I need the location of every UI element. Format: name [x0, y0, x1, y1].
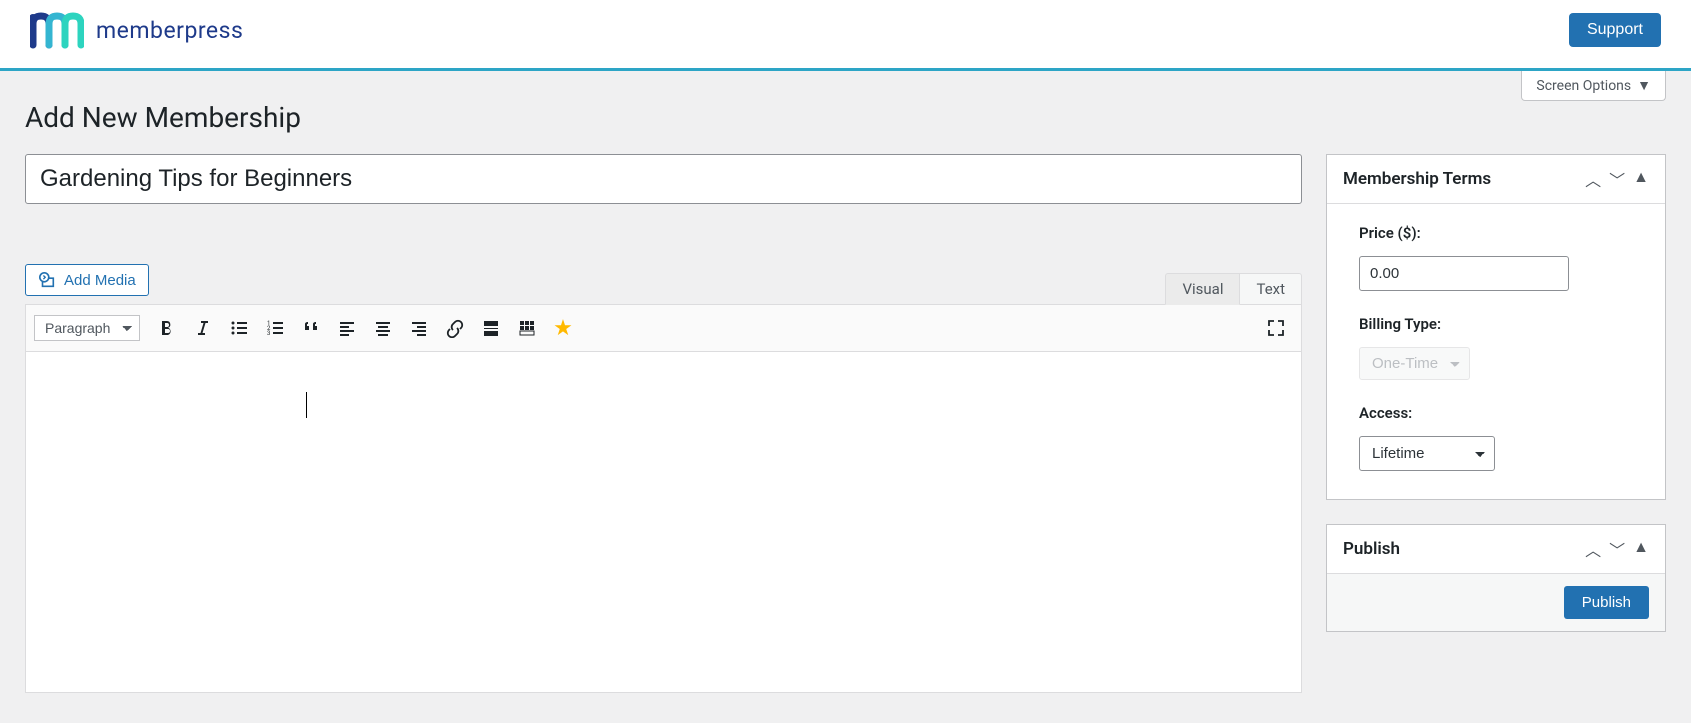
caret-down-icon: ▼ — [1637, 77, 1651, 94]
access-select[interactable]: Lifetime — [1359, 436, 1495, 471]
brand-text: memberpress — [96, 17, 243, 44]
price-label: Price ($): — [1359, 224, 1633, 242]
fullscreen-button[interactable] — [1259, 311, 1293, 345]
postbox-controls: ︿ ﹀ ▲ — [1585, 167, 1649, 191]
support-button[interactable]: Support — [1569, 13, 1661, 47]
screen-options-toggle[interactable]: Screen Options ▼ — [1521, 71, 1666, 101]
move-down-icon[interactable]: ﹀ — [1609, 167, 1625, 191]
text-cursor — [306, 392, 307, 418]
align-center-button[interactable] — [366, 311, 400, 345]
move-down-icon[interactable]: ﹀ — [1609, 537, 1625, 561]
bullet-list-button[interactable] — [222, 311, 256, 345]
numbered-list-button[interactable]: 123 — [258, 311, 292, 345]
sidebar-column: Membership Terms ︿ ﹀ ▲ Price ($): Billin… — [1326, 154, 1666, 656]
link-button[interactable] — [438, 311, 472, 345]
readmore-button[interactable] — [474, 311, 508, 345]
brand-logo: memberpress — [30, 10, 243, 50]
postbox-controls: ︿ ﹀ ▲ — [1585, 537, 1649, 561]
toggle-icon[interactable]: ▲ — [1633, 537, 1649, 561]
editor: Visual Text Paragraph 123 — [25, 304, 1302, 693]
svg-text:3: 3 — [267, 330, 270, 337]
editor-toolbar: Paragraph 123 ★ — [26, 305, 1301, 352]
memberpress-logo-icon — [30, 10, 84, 50]
membership-title-input[interactable] — [25, 154, 1302, 204]
billing-type-label: Billing Type: — [1359, 315, 1633, 333]
membership-terms-body: Price ($): Billing Type: One-Time Access… — [1327, 204, 1665, 499]
billing-type-select[interactable]: One-Time — [1359, 347, 1470, 380]
move-up-icon[interactable]: ︿ — [1585, 537, 1601, 561]
page-title: Add New Membership — [25, 71, 1666, 154]
workspace: Screen Options ▼ Add New Membership Add … — [0, 71, 1691, 723]
editor-tabs: Visual Text — [1165, 273, 1302, 304]
publish-header: Publish ︿ ﹀ ▲ — [1327, 525, 1665, 574]
tab-text[interactable]: Text — [1240, 273, 1302, 304]
star-button[interactable]: ★ — [546, 311, 580, 345]
membership-terms-box: Membership Terms ︿ ﹀ ▲ Price ($): Billin… — [1326, 154, 1666, 500]
toggle-icon[interactable]: ▲ — [1633, 167, 1649, 191]
access-label: Access: — [1359, 404, 1633, 422]
membership-terms-header: Membership Terms ︿ ﹀ ▲ — [1327, 155, 1665, 204]
align-right-button[interactable] — [402, 311, 436, 345]
add-media-label: Add Media — [64, 272, 136, 289]
main-column: Add Media Visual Text Paragraph 123 — [25, 154, 1302, 693]
tab-visual[interactable]: Visual — [1165, 273, 1240, 305]
price-input[interactable] — [1359, 256, 1569, 291]
membership-terms-title: Membership Terms — [1343, 169, 1491, 189]
media-section: Add Media — [25, 264, 1302, 296]
top-bar: memberpress Support — [0, 0, 1691, 71]
publish-button[interactable]: Publish — [1564, 586, 1649, 619]
bold-button[interactable] — [150, 311, 184, 345]
italic-button[interactable] — [186, 311, 220, 345]
align-left-button[interactable] — [330, 311, 364, 345]
columns: Add Media Visual Text Paragraph 123 — [25, 154, 1666, 693]
screen-options-label: Screen Options — [1536, 78, 1631, 94]
publish-title: Publish — [1343, 539, 1400, 559]
blockquote-button[interactable] — [294, 311, 328, 345]
publish-box: Publish ︿ ﹀ ▲ Publish — [1326, 524, 1666, 632]
media-icon — [38, 271, 56, 289]
publish-body: Publish — [1327, 574, 1665, 631]
paragraph-select[interactable]: Paragraph — [34, 315, 140, 341]
editor-content[interactable] — [26, 352, 1301, 692]
toolbar-toggle-button[interactable] — [510, 311, 544, 345]
move-up-icon[interactable]: ︿ — [1585, 167, 1601, 191]
add-media-button[interactable]: Add Media — [25, 264, 149, 296]
